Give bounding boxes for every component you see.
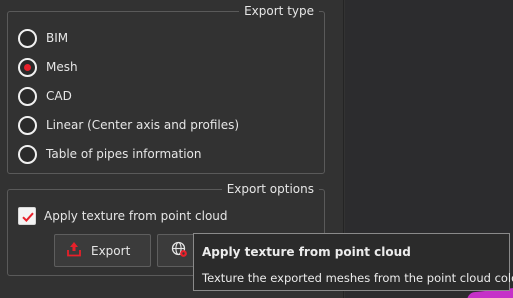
export-type-group: Export type BIM Mesh CAD Linear (Center … <box>7 4 325 174</box>
tooltip-body: Texture the exported meshes from the poi… <box>202 271 513 285</box>
radio-label: CAD <box>46 89 72 103</box>
radio-option-pipes-table[interactable]: Table of pipes information <box>18 143 202 165</box>
radio-option-bim[interactable]: BIM <box>18 27 68 49</box>
radio-label: BIM <box>46 31 69 45</box>
export-button[interactable]: Export <box>54 234 151 267</box>
tooltip-title: Apply texture from point cloud <box>202 245 411 259</box>
radio-button[interactable] <box>18 115 37 135</box>
radio-label: Table of pipes information <box>46 147 202 161</box>
apply-texture-label: Apply texture from point cloud <box>44 209 228 223</box>
radio-option-cad[interactable]: CAD <box>18 85 72 107</box>
radio-button[interactable] <box>18 144 37 164</box>
tooltip: Apply texture from point cloud Texture t… <box>193 233 513 291</box>
export-arrow-icon <box>67 241 81 260</box>
export-button-label: Export <box>91 243 131 258</box>
export-type-title: Export type <box>239 4 319 18</box>
radio-option-mesh[interactable]: Mesh <box>18 56 78 78</box>
radio-button[interactable] <box>18 86 37 106</box>
checkmark-icon <box>22 212 34 223</box>
globe-settings-icon <box>171 241 188 261</box>
radio-label: Mesh <box>46 60 78 74</box>
export-options-title: Export options <box>221 182 319 196</box>
apply-texture-option[interactable]: Apply texture from point cloud <box>18 205 228 227</box>
radio-label: Linear (Center axis and profiles) <box>46 118 240 132</box>
radio-button[interactable] <box>18 28 37 48</box>
apply-texture-checkbox[interactable] <box>18 207 36 225</box>
radio-button-selected[interactable] <box>18 57 37 77</box>
radio-option-linear[interactable]: Linear (Center axis and profiles) <box>18 114 239 136</box>
